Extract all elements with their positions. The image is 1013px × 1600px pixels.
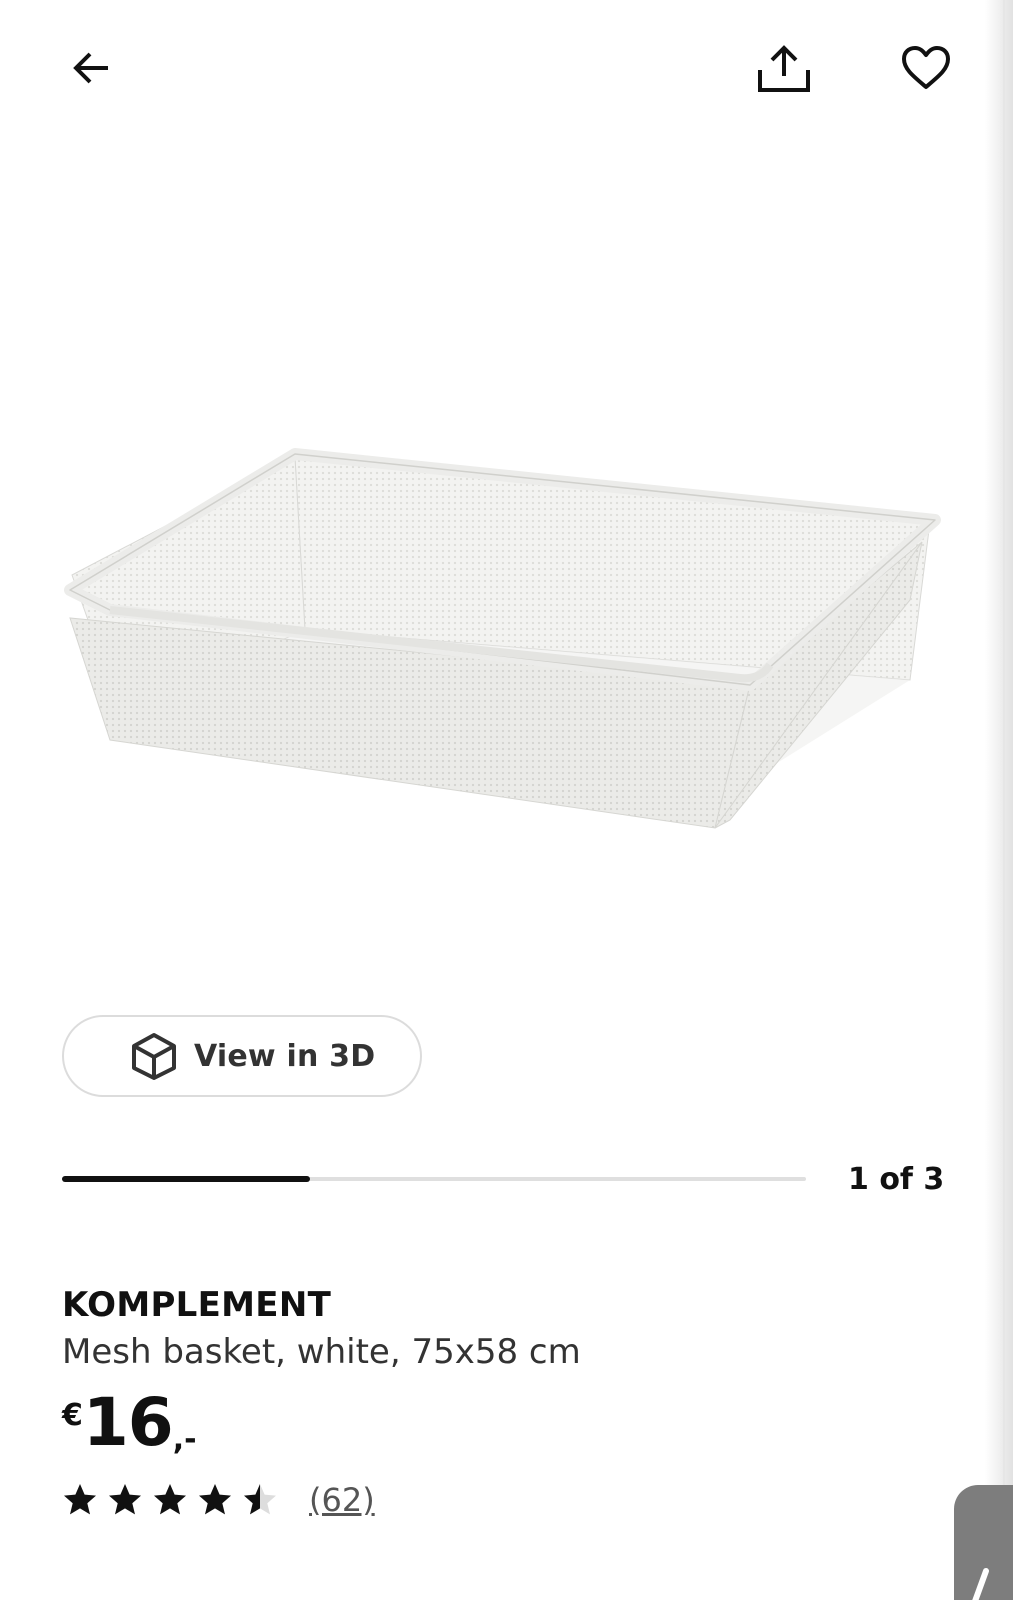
- image-carousel-progress: [62, 1176, 806, 1182]
- price-currency: €: [62, 1398, 83, 1433]
- share-button[interactable]: [752, 38, 816, 98]
- star-half-icon: [244, 1484, 276, 1515]
- share-upload-icon: [758, 45, 810, 92]
- image-page-indicator: 1 of 3: [848, 1162, 945, 1197]
- star-full-icon: [199, 1484, 231, 1515]
- review-count-link[interactable]: (62): [309, 1481, 375, 1519]
- star-full-icon: [109, 1484, 141, 1515]
- product-rating[interactable]: (62): [62, 1478, 375, 1522]
- rating-stars: [62, 1482, 287, 1518]
- back-button[interactable]: [60, 38, 124, 98]
- heart-outline-icon: [902, 46, 950, 89]
- arrow-left-icon: [73, 52, 108, 84]
- cube-3d-icon: [130, 1032, 178, 1080]
- product-image[interactable]: [50, 440, 960, 860]
- star-full-icon: [154, 1484, 186, 1515]
- pencil-icon: [972, 1568, 989, 1600]
- edge-shadow: [985, 0, 1013, 1600]
- price-suffix: ,-: [172, 1422, 197, 1457]
- product-detail-page: View in 3D 1 of 3 KOMPLEMENT Mesh basket…: [0, 0, 1013, 1600]
- product-brand[interactable]: KOMPLEMENT: [62, 1285, 331, 1325]
- image-carousel-progress-fill: [62, 1176, 310, 1182]
- floating-edit-tab[interactable]: [954, 1485, 1013, 1600]
- star-full-icon: [64, 1484, 96, 1515]
- view-in-3d-label: View in 3D: [194, 1038, 376, 1074]
- view-in-3d-button[interactable]: View in 3D: [62, 1015, 422, 1097]
- product-description: Mesh basket, white, 75x58 cm: [62, 1332, 581, 1372]
- favorite-button[interactable]: [894, 38, 958, 98]
- price-amount: 16: [82, 1384, 174, 1461]
- scrollbar-track: [1003, 0, 1005, 1600]
- product-price: € 16 ,-: [62, 1386, 197, 1466]
